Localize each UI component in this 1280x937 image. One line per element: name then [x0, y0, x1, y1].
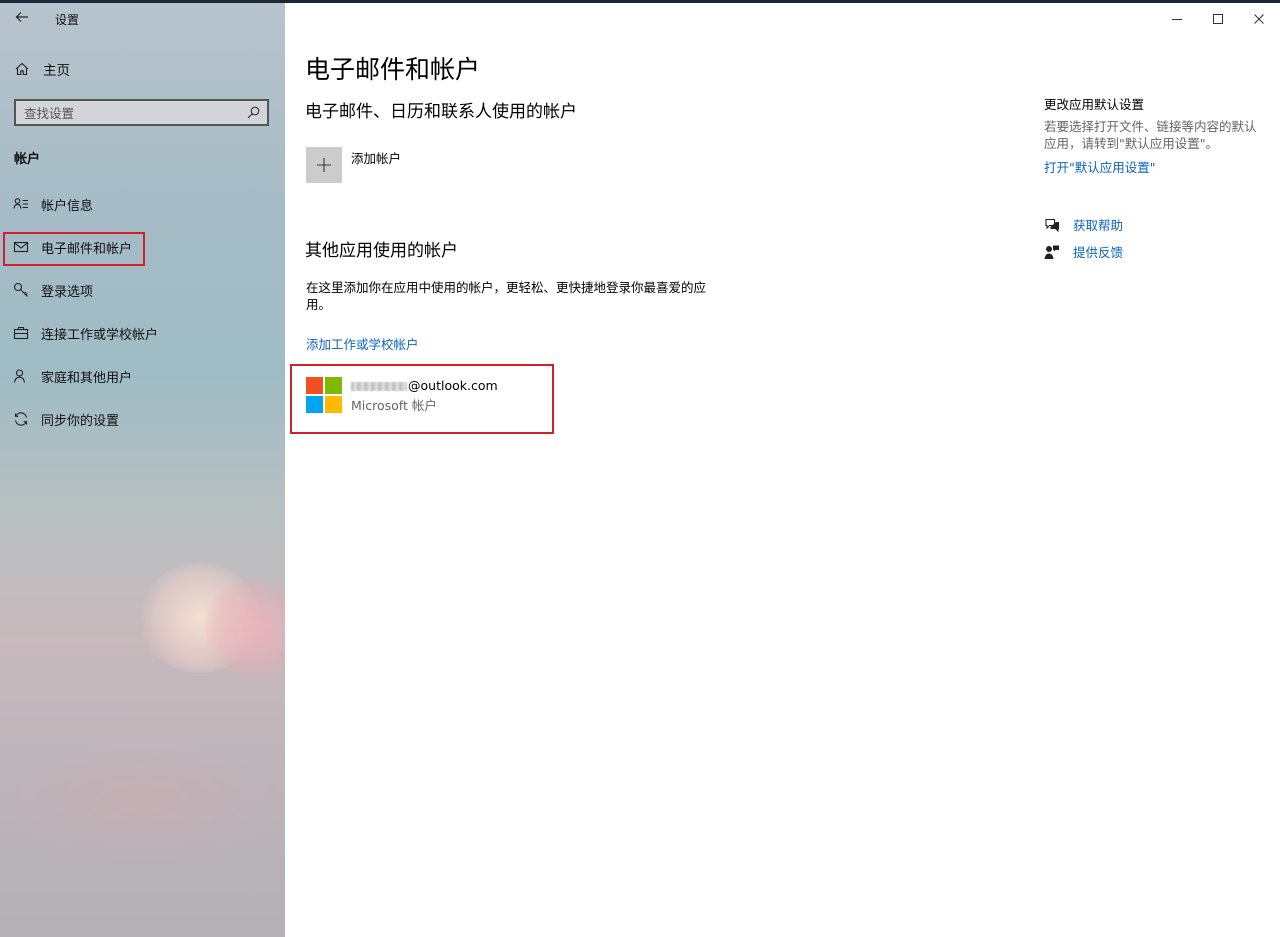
- account-info-icon: [13, 198, 28, 209]
- search-box[interactable]: [14, 99, 269, 126]
- logo-square-yellow: [325, 396, 342, 413]
- sidebar: 设置 主页 帐户 帐户信息 电子邮件和帐户: [0, 3, 285, 937]
- sidebar-item-label: 家庭和其他用户: [41, 370, 133, 386]
- add-work-school-link[interactable]: 添加工作或学校帐户: [306, 334, 419, 353]
- search-input[interactable]: [24, 104, 239, 122]
- plus-icon: [317, 158, 331, 172]
- help-chat-icon: [1045, 218, 1059, 232]
- wallpaper-blob: [0, 743, 285, 863]
- minimize-button[interactable]: [1163, 5, 1191, 33]
- add-account-label[interactable]: 添加帐户: [351, 148, 401, 167]
- home-nav-item[interactable]: 主页: [14, 59, 70, 79]
- sidebar-item-label: 连接工作或学校帐户: [41, 327, 159, 343]
- sidebar-item-label: 同步你的设置: [41, 413, 120, 429]
- redacted-username: [351, 382, 407, 391]
- microsoft-logo-icon[interactable]: [306, 377, 342, 413]
- get-help-link[interactable]: 获取帮助: [1073, 215, 1123, 234]
- default-apps-title: 更改应用默认设置: [1044, 97, 1145, 112]
- email-section-title: 电子邮件、日历和联系人使用的帐户: [305, 102, 577, 122]
- account-email[interactable]: @outlook.com: [351, 378, 498, 393]
- person-icon: [13, 369, 26, 383]
- other-apps-description: 在这里添加你在应用中使用的帐户，更轻松、更快捷地登录你最喜爱的应用。: [306, 280, 707, 312]
- sidebar-item-label: 登录选项: [41, 284, 94, 300]
- sidebar-item-family[interactable]: 家庭和其他用户: [0, 358, 285, 394]
- maximize-button[interactable]: [1204, 5, 1232, 33]
- feedback-icon: [1044, 245, 1059, 259]
- sidebar-item-label: 帐户信息: [41, 198, 94, 214]
- default-apps-link[interactable]: 打开"默认应用设置": [1044, 157, 1156, 176]
- sidebar-item-sign-in-options[interactable]: 登录选项: [0, 272, 285, 308]
- sidebar-item-work-school[interactable]: 连接工作或学校帐户: [0, 315, 285, 351]
- maximize-icon: [1213, 14, 1223, 24]
- close-button[interactable]: [1245, 5, 1273, 33]
- home-label: 主页: [43, 63, 70, 79]
- close-icon: [1254, 14, 1264, 24]
- get-help-item[interactable]: 获取帮助: [1044, 215, 1123, 234]
- window-title: 设置: [55, 13, 80, 27]
- logo-square-red: [306, 377, 323, 394]
- sync-icon: [14, 412, 28, 426]
- logo-square-blue: [306, 396, 323, 413]
- home-icon: [15, 62, 29, 76]
- feedback-link[interactable]: 提供反馈: [1073, 242, 1123, 261]
- sidebar-item-account-info[interactable]: 帐户信息: [0, 186, 285, 222]
- minimize-icon: [1172, 19, 1182, 20]
- page-title: 电子邮件和帐户: [305, 55, 481, 84]
- key-icon: [13, 282, 28, 297]
- other-apps-section-title: 其他应用使用的帐户: [305, 241, 458, 261]
- account-type: Microsoft 帐户: [351, 398, 437, 413]
- add-account-button[interactable]: [306, 147, 342, 183]
- account-email-suffix: @outlook.com: [408, 378, 498, 393]
- logo-square-green: [325, 377, 342, 394]
- section-title: 帐户: [14, 152, 41, 167]
- back-arrow-icon[interactable]: [12, 9, 32, 29]
- briefcase-icon: [13, 326, 29, 340]
- default-apps-description: 若要选择打开文件、链接等内容的默认应用，请转到"默认应用设置"。: [1044, 119, 1257, 151]
- sidebar-item-sync[interactable]: 同步你的设置: [0, 401, 285, 437]
- feedback-item[interactable]: 提供反馈: [1044, 242, 1123, 261]
- search-icon[interactable]: [247, 106, 260, 119]
- selection-highlight-box: [3, 232, 145, 266]
